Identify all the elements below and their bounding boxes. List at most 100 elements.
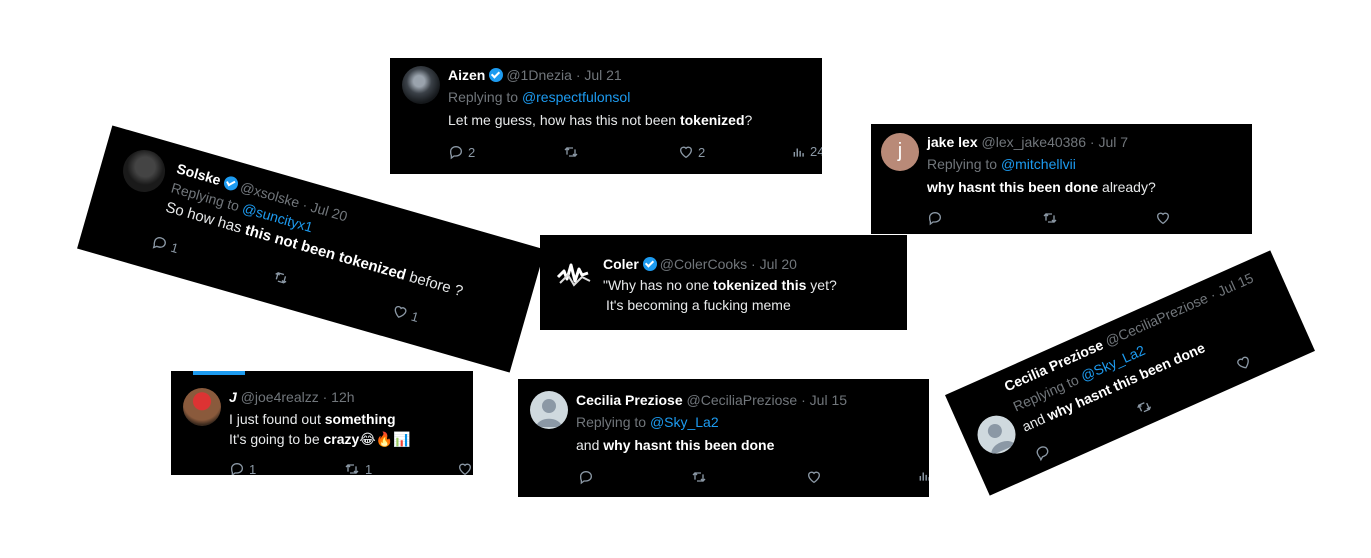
reply-count: 1: [169, 239, 181, 256]
avatar[interactable]: [530, 391, 568, 429]
tweet-text: why hasnt this been done already?: [927, 179, 1156, 195]
reply-count: 2: [468, 144, 476, 160]
views-icon: [793, 148, 804, 157]
tweet-text: and why hasnt this been done: [576, 437, 775, 453]
views-button[interactable]: 24: [792, 144, 822, 159]
like-button[interactable]: [1233, 352, 1254, 373]
reply-icon: [152, 237, 166, 249]
avatar[interactable]: [554, 253, 594, 293]
like-icon: [1156, 212, 1170, 225]
like-icon: [458, 463, 472, 475]
author-handle[interactable]: @lex_jake40386: [982, 134, 1087, 150]
views-button[interactable]: [918, 469, 929, 483]
tweet-actions: [927, 210, 1247, 230]
tweet-date[interactable]: · Jul 21: [576, 67, 622, 83]
tweet-card-coler: Coler @ColerCooks · Jul 20 "Why has no on…: [540, 235, 907, 330]
author-name[interactable]: J: [229, 389, 237, 405]
replying-label: Replying to: [576, 414, 647, 430]
avatar[interactable]: j: [881, 133, 919, 171]
like-count: 2: [698, 144, 706, 160]
like-icon: [807, 471, 821, 484]
default-avatar-icon: [536, 399, 562, 427]
author-handle[interactable]: @ColerCooks: [660, 256, 747, 272]
tweet-text-line-1: "Why has no one tokenized this yet?: [603, 277, 837, 293]
default-avatar-icon: [987, 423, 1016, 456]
like-icon: [1237, 356, 1249, 369]
reply-icon: [579, 470, 593, 485]
views-icon: [919, 472, 929, 481]
retweet-button[interactable]: [562, 144, 580, 160]
reply-count: 1: [249, 461, 257, 476]
avatar[interactable]: [971, 409, 1022, 460]
retweet-icon: [275, 271, 287, 284]
author-handle[interactable]: @1Dnezia: [506, 67, 572, 83]
author-name[interactable]: Cecilia Preziose: [576, 392, 683, 408]
retweet-icon: [692, 472, 706, 482]
avatar[interactable]: [183, 388, 221, 426]
tweet-text-line-2: It's going to be crazy😂🔥📊: [229, 431, 411, 447]
reply-button[interactable]: [927, 210, 943, 226]
author-name[interactable]: Aizen: [448, 67, 485, 83]
retweet-button[interactable]: 1: [343, 461, 372, 475]
tweet-text-line-2: It's becoming a fucking meme: [606, 297, 791, 313]
retweet-icon: [564, 147, 578, 157]
emoji-text: 😂🔥📊: [359, 431, 411, 447]
tab-indicator: [193, 371, 245, 375]
like-icon: [679, 146, 693, 159]
reply-icon: [928, 211, 942, 226]
retweet-button[interactable]: [1133, 396, 1156, 418]
replying-to-link[interactable]: @Sky_La2: [650, 414, 719, 430]
avatar-letter: j: [897, 140, 903, 162]
verified-badge-icon: [222, 174, 240, 193]
tweet-card-jakelex: j jake lex @lex_jake40386 · Jul 7 Replyi…: [871, 124, 1252, 234]
like-button[interactable]: [1155, 210, 1171, 226]
tweet-text-line-1: I just found out something: [229, 411, 396, 427]
replying-label: Replying to: [927, 156, 998, 172]
tweet-actions: [578, 469, 929, 489]
retweet-icon: [1137, 402, 1152, 413]
views-count: 24: [810, 144, 822, 159]
tweet-card-cecilia: Cecilia Preziose @CeciliaPreziose · Jul …: [518, 379, 929, 497]
reply-button[interactable]: 2: [448, 144, 475, 160]
author-handle[interactable]: @CeciliaPreziose: [687, 392, 798, 408]
reply-button[interactable]: [578, 469, 594, 485]
tweet-date[interactable]: · Jul 20: [751, 256, 797, 272]
retweet-count: 1: [365, 461, 373, 476]
tweet-text: Let me guess, how has this not been toke…: [448, 112, 753, 128]
reply-button[interactable]: [1032, 442, 1053, 463]
author-name[interactable]: jake lex: [927, 134, 978, 150]
avatar[interactable]: [118, 144, 171, 197]
retweet-button[interactable]: [690, 469, 708, 485]
reply-button[interactable]: 1: [150, 233, 181, 256]
verified-badge-icon: [642, 257, 657, 271]
like-icon: [394, 306, 407, 318]
tweet-card-joe: J @joe4realzz · 12h I just found out som…: [171, 371, 473, 475]
tweet-date[interactable]: · 12h: [323, 389, 355, 405]
replying-to-link[interactable]: @respectfulonsol: [522, 89, 630, 105]
tweet-date[interactable]: · Jul 15: [801, 392, 847, 408]
tweet-card-aizen: Aizen @1Dnezia · Jul 21 Replying to @resp…: [390, 58, 822, 174]
avatar[interactable]: [402, 66, 440, 104]
reply-icon: [449, 145, 463, 160]
retweet-button[interactable]: [1041, 210, 1059, 226]
avatar-logo-icon: [556, 263, 591, 287]
like-button[interactable]: [806, 469, 822, 485]
like-button[interactable]: 2: [678, 144, 705, 160]
replying-label: Replying to: [448, 89, 519, 105]
like-count: 1: [409, 308, 421, 325]
tweet-actions: 2 2 24: [448, 144, 822, 164]
author-handle[interactable]: @joe4realzz: [241, 389, 319, 405]
verified-badge-icon: [489, 68, 504, 82]
retweet-icon: [1043, 213, 1057, 223]
retweet-button[interactable]: [270, 268, 292, 288]
tweet-card-cecilia-rotated: Cecilia Preziose @CeciliaPreziose · Jul …: [945, 250, 1315, 496]
reply-button[interactable]: 1: [229, 461, 256, 475]
like-button[interactable]: [457, 461, 473, 475]
reply-icon: [1036, 446, 1049, 462]
reply-icon: [230, 462, 244, 475]
like-button[interactable]: 1: [390, 302, 421, 325]
tweet-date[interactable]: · Jul 15: [1207, 270, 1255, 303]
tweet-date[interactable]: · Jul 7: [1090, 134, 1128, 150]
replying-to-link[interactable]: @mitchellvii: [1001, 156, 1076, 172]
author-name[interactable]: Coler: [603, 256, 639, 272]
